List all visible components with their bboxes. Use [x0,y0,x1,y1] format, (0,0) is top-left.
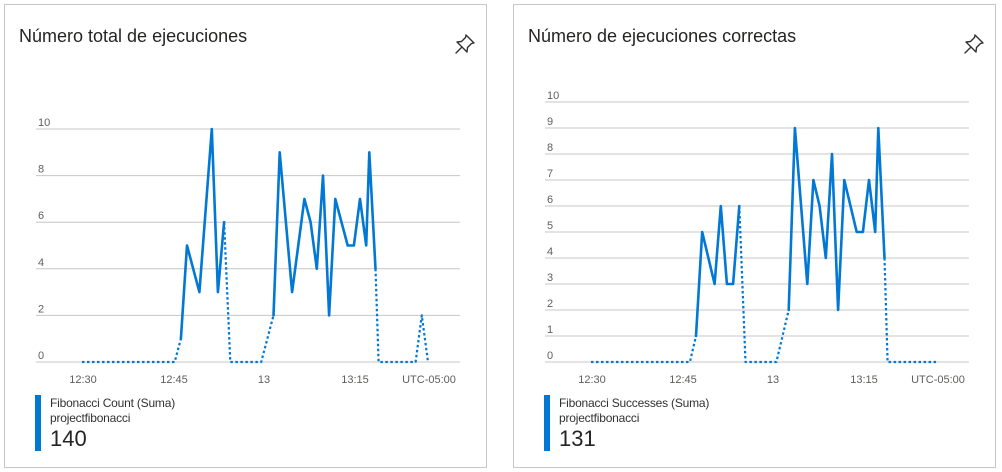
y-tick-label: 2 [547,298,553,310]
y-tick-label: 8 [38,164,44,176]
y-tick-label: 6 [38,210,44,222]
series-line [787,126,886,312]
y-tick-label: 5 [547,220,553,232]
x-tick-label: 12:45 [160,374,188,386]
legend-series-label: Fibonacci Successes (Suma) [559,396,710,410]
y-tick-label: 6 [547,194,553,206]
y-tick-label: 10 [547,90,559,102]
legend-total-value: 131 [559,426,596,451]
legend-color-swatch [544,395,550,451]
y-tick-label: 2 [38,303,44,315]
y-tick-label: 3 [547,272,553,284]
legend-resource-name: projectfibonacci [50,411,131,425]
x-tick-label: 13 [767,374,779,386]
x-tick-label: 12:30 [578,374,606,386]
x-tick-label: 13 [258,374,270,386]
x-tick-label: 12:45 [669,374,697,386]
series-line-gap [223,222,275,364]
y-tick-label: 4 [38,257,44,269]
series-line-gap [591,335,698,364]
y-tick-label: 7 [547,168,553,180]
y-tick-label: 10 [38,117,50,129]
x-tick-label: UTC-05:00 [402,374,456,386]
series-line [694,204,741,338]
y-tick-label: 4 [547,246,553,258]
x-tick-label: 13:15 [850,374,878,386]
metric-tile-total-executions[interactable]: Número total de ejecuciones 0 2 4 6 8 10 12:30… [4,4,487,468]
legend-total-value: 140 [50,426,87,451]
legend-color-swatch [35,395,41,451]
legend-series-label: Fibonacci Count (Suma) [50,396,175,410]
x-tick-label: UTC-05:00 [911,374,965,386]
y-tick-label: 0 [547,350,553,362]
x-tick-label: 13:15 [341,374,369,386]
metric-tile-successful-executions[interactable]: Número de ejecuciones correctas 01234567… [513,4,996,468]
series-line [179,127,226,341]
y-tick-label: 8 [547,142,553,154]
x-tick-label: 12:30 [69,374,97,386]
y-tick-label: 9 [547,116,553,128]
legend-resource-name: projectfibonacci [559,411,640,425]
series-line [272,151,377,317]
y-tick-label: 1 [547,324,553,336]
series-line-gap [82,338,182,364]
y-tick-label: 0 [38,350,44,362]
